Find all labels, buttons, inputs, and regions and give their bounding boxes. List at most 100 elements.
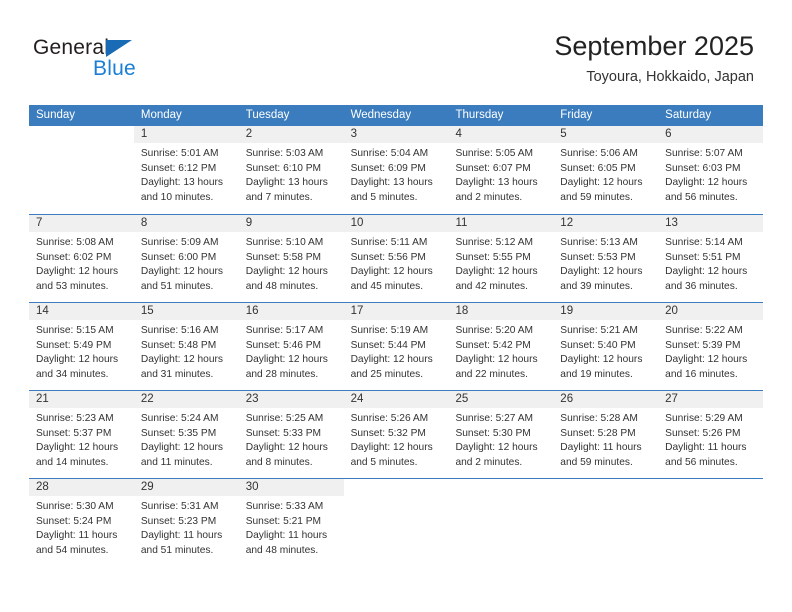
sunset-text: Sunset: 6:12 PM	[140, 162, 217, 174]
day-cell[interactable]	[658, 479, 764, 566]
sunset-text: Sunset: 5:48 PM	[140, 339, 217, 351]
day-number: 27	[665, 393, 678, 405]
weekday-header-friday: Friday	[560, 109, 593, 121]
sunrise-text: Sunrise: 5:09 AM	[140, 237, 219, 248]
sunrise-text: Sunrise: 5:11 AM	[350, 237, 428, 248]
day-cell[interactable]	[448, 479, 554, 566]
sunrise-text: Sunrise: 5:07 AM	[665, 148, 743, 159]
week-row: 21 Sunrise: 5:23 AM Sunset: 5:37 PM Dayl…	[29, 390, 764, 478]
sunrise-text: Sunrise: 5:27 AM	[455, 413, 534, 424]
day-cell[interactable]: 16 Sunrise: 5:17 AM Sunset: 5:46 PM Dayl…	[238, 303, 344, 390]
day-cell[interactable]: 6 Sunrise: 5:07 AM Sunset: 6:03 PM Dayli…	[658, 126, 764, 214]
calendar-page: General Blue September 2025 Toyoura, Hok…	[0, 0, 792, 612]
sunrise-text: Sunrise: 5:08 AM	[36, 237, 114, 248]
weekday-header-sunday: Sunday	[36, 109, 76, 121]
daylight-text: Daylight: 12 hours and 56 minutes.	[665, 177, 748, 203]
sunrise-text: Sunrise: 5:12 AM	[455, 237, 534, 248]
daylight-text: Daylight: 11 hours and 59 minutes.	[560, 442, 642, 468]
day-cell[interactable]: 27 Sunrise: 5:29 AM Sunset: 5:26 PM Dayl…	[658, 391, 764, 478]
sunrise-text: Sunrise: 5:06 AM	[560, 148, 638, 159]
page-title: September 2025	[554, 31, 754, 61]
day-number: 8	[140, 217, 148, 229]
day-cell[interactable]: 22 Sunrise: 5:24 AM Sunset: 5:35 PM Dayl…	[133, 391, 239, 478]
sunset-text: Sunset: 5:56 PM	[350, 251, 426, 263]
day-cell[interactable]: 5 Sunrise: 5:06 AM Sunset: 6:05 PM Dayli…	[553, 126, 659, 214]
day-cell[interactable]: 1 Sunrise: 5:01 AM Sunset: 6:12 PM Dayli…	[133, 126, 239, 214]
day-cell[interactable]: 8 Sunrise: 5:09 AM Sunset: 6:00 PM Dayli…	[133, 215, 239, 302]
day-cell[interactable]: 4 Sunrise: 5:05 AM Sunset: 6:07 PM Dayli…	[448, 126, 554, 214]
day-cell[interactable]: 23 Sunrise: 5:25 AM Sunset: 5:33 PM Dayl…	[238, 391, 344, 478]
day-cell[interactable]: 19 Sunrise: 5:21 AM Sunset: 5:40 PM Dayl…	[553, 303, 659, 390]
week-row: 14 Sunrise: 5:15 AM Sunset: 5:49 PM Dayl…	[29, 302, 764, 390]
day-cell[interactable]	[553, 479, 659, 566]
day-cell[interactable]: 12 Sunrise: 5:13 AM Sunset: 5:53 PM Dayl…	[553, 215, 659, 302]
day-cell[interactable]: 13 Sunrise: 5:14 AM Sunset: 5:51 PM Dayl…	[658, 215, 764, 302]
day-number: 24	[350, 393, 364, 405]
weekday-header-wednesday: Wednesday	[350, 109, 412, 121]
sunrise-text: Sunrise: 5:29 AM	[665, 413, 743, 424]
day-number: 18	[455, 305, 469, 317]
day-number: 19	[560, 305, 574, 317]
day-number: 13	[665, 217, 678, 229]
day-cell[interactable]	[29, 126, 134, 214]
daylight-text: Daylight: 12 hours and 59 minutes.	[560, 177, 643, 203]
week-row: 7 Sunrise: 5:08 AM Sunset: 6:02 PM Dayli…	[29, 214, 764, 302]
page-subtitle: Toyoura, Hokkaido, Japan	[586, 69, 754, 85]
day-number: 14	[36, 305, 49, 317]
sunset-text: Sunset: 6:02 PM	[36, 251, 112, 263]
day-number: 23	[245, 393, 259, 405]
day-cell[interactable]: 20 Sunrise: 5:22 AM Sunset: 5:39 PM Dayl…	[658, 303, 764, 390]
sunset-text: Sunset: 5:28 PM	[560, 427, 636, 439]
day-cell[interactable]: 15 Sunrise: 5:16 AM Sunset: 5:48 PM Dayl…	[133, 303, 239, 390]
calendar-grid: Sunday Monday Tuesday Wednesday Thursday…	[29, 105, 764, 566]
day-cell[interactable]: 26 Sunrise: 5:28 AM Sunset: 5:28 PM Dayl…	[553, 391, 659, 478]
day-cell[interactable]: 28 Sunrise: 5:30 AM Sunset: 5:24 PM Dayl…	[29, 479, 134, 566]
daylight-text: Daylight: 12 hours and 39 minutes.	[560, 266, 643, 292]
day-cell[interactable]: 25 Sunrise: 5:27 AM Sunset: 5:30 PM Dayl…	[448, 391, 554, 478]
sunrise-text: Sunrise: 5:05 AM	[455, 148, 534, 159]
sunset-text: Sunset: 5:42 PM	[455, 339, 531, 351]
daylight-text: Daylight: 12 hours and 5 minutes.	[350, 442, 433, 468]
day-cell[interactable]: 24 Sunrise: 5:26 AM Sunset: 5:32 PM Dayl…	[343, 391, 449, 478]
day-cell[interactable]: 7 Sunrise: 5:08 AM Sunset: 6:02 PM Dayli…	[29, 215, 134, 302]
day-number: 15	[140, 305, 154, 317]
sunrise-text: Sunrise: 5:14 AM	[665, 237, 743, 248]
day-cell[interactable]: 10 Sunrise: 5:11 AM Sunset: 5:56 PM Dayl…	[343, 215, 449, 302]
generalblue-logo: General Blue	[33, 36, 213, 86]
day-cell[interactable]: 29 Sunrise: 5:31 AM Sunset: 5:23 PM Dayl…	[133, 479, 239, 566]
sunset-text: Sunset: 5:53 PM	[560, 251, 636, 263]
daylight-text: Daylight: 12 hours and 11 minutes.	[140, 442, 223, 468]
daylight-text: Daylight: 12 hours and 48 minutes.	[245, 266, 328, 292]
week-row: 1 Sunrise: 5:01 AM Sunset: 6:12 PM Dayli…	[29, 126, 764, 214]
weekday-header-tuesday: Tuesday	[245, 109, 290, 121]
daylight-text: Daylight: 12 hours and 8 minutes.	[245, 442, 328, 468]
day-cell[interactable]: 2 Sunrise: 5:03 AM Sunset: 6:10 PM Dayli…	[238, 126, 344, 214]
daylight-text: Daylight: 12 hours and 14 minutes.	[36, 442, 119, 468]
day-number: 1	[140, 128, 148, 140]
day-number: 20	[665, 305, 678, 317]
sunset-text: Sunset: 5:35 PM	[140, 427, 217, 439]
day-cell[interactable]	[343, 479, 449, 566]
day-cell[interactable]: 30 Sunrise: 5:33 AM Sunset: 5:21 PM Dayl…	[238, 479, 344, 566]
sunset-text: Sunset: 5:51 PM	[665, 251, 741, 263]
daylight-text: Daylight: 13 hours and 10 minutes.	[140, 177, 223, 203]
day-cell[interactable]: 18 Sunrise: 5:20 AM Sunset: 5:42 PM Dayl…	[448, 303, 554, 390]
day-cell[interactable]: 3 Sunrise: 5:04 AM Sunset: 6:09 PM Dayli…	[343, 126, 449, 214]
sunrise-text: Sunrise: 5:16 AM	[140, 325, 219, 336]
sunset-text: Sunset: 5:23 PM	[140, 515, 217, 527]
daylight-text: Daylight: 12 hours and 53 minutes.	[36, 266, 119, 292]
day-cell[interactable]: 9 Sunrise: 5:10 AM Sunset: 5:58 PM Dayli…	[238, 215, 344, 302]
day-cell[interactable]: 11 Sunrise: 5:12 AM Sunset: 5:55 PM Dayl…	[448, 215, 554, 302]
daylight-text: Daylight: 12 hours and 34 minutes.	[36, 354, 119, 380]
day-cell[interactable]: 17 Sunrise: 5:19 AM Sunset: 5:44 PM Dayl…	[343, 303, 449, 390]
sunset-text: Sunset: 5:44 PM	[350, 339, 426, 351]
daylight-text: Daylight: 12 hours and 31 minutes.	[140, 354, 223, 380]
day-number: 3	[350, 128, 357, 140]
day-number: 21	[36, 393, 49, 405]
sunset-text: Sunset: 5:33 PM	[245, 427, 322, 439]
day-cell[interactable]: 14 Sunrise: 5:15 AM Sunset: 5:49 PM Dayl…	[29, 303, 134, 390]
sunset-text: Sunset: 5:26 PM	[665, 427, 741, 439]
sunset-text: Sunset: 5:37 PM	[36, 427, 112, 439]
day-cell[interactable]: 21 Sunrise: 5:23 AM Sunset: 5:37 PM Dayl…	[29, 391, 134, 478]
sunset-text: Sunset: 5:46 PM	[245, 339, 322, 351]
